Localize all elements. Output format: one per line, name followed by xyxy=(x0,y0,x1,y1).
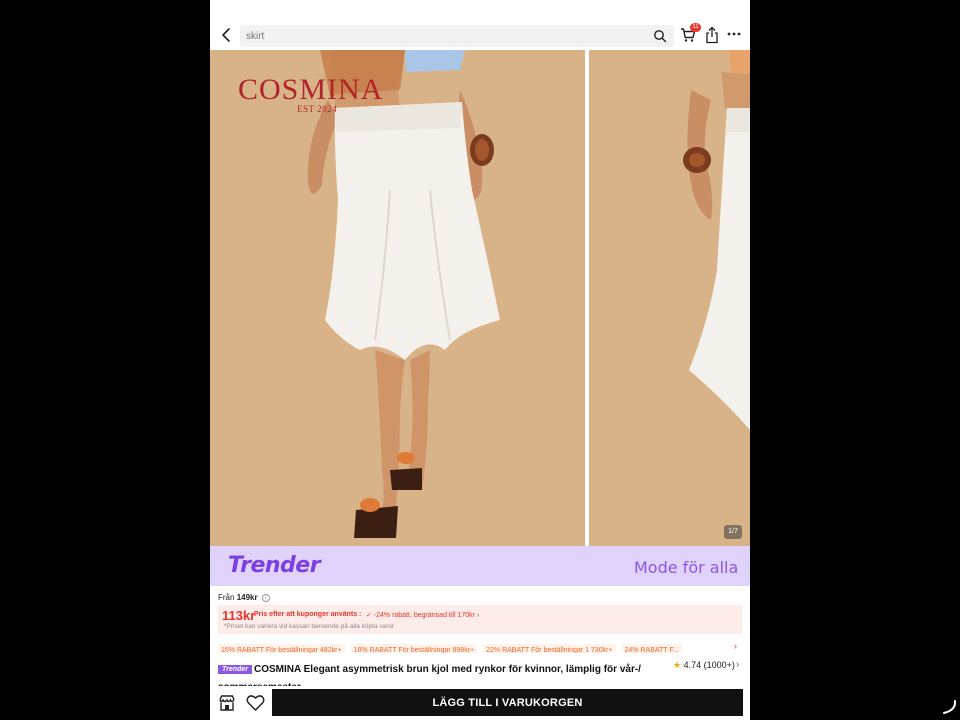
back-arrow-icon[interactable] xyxy=(218,24,236,46)
bottom-action-bar: LÄGG TILL I VARUKORGEN xyxy=(210,686,750,720)
search-bar[interactable] xyxy=(240,25,674,47)
rating[interactable]: ★ 4.74 (1000+) xyxy=(673,660,735,671)
banner-tagline: Mode för alla xyxy=(634,558,739,577)
store-icon[interactable] xyxy=(218,694,236,712)
star-icon: ★ xyxy=(673,660,682,670)
coupon-note: *Priset kan variera vid kassan beroende … xyxy=(224,623,395,630)
product-image-gallery[interactable]: COSMINA EST 2024 1/7 xyxy=(210,50,750,546)
discount-tier[interactable]: 24% RABATT F... xyxy=(621,644,682,653)
heart-icon[interactable] xyxy=(246,694,265,712)
discount-tier[interactable]: 18% RABATT För beställningar 898kr+ xyxy=(350,644,478,653)
price-from: Från 149kr i xyxy=(218,593,270,602)
more-options-icon[interactable] xyxy=(726,29,742,39)
product-photo-front[interactable]: COSMINA EST 2024 xyxy=(210,50,585,546)
info-icon[interactable]: i xyxy=(261,593,270,602)
rating-count: (1000+) xyxy=(703,660,735,670)
product-photo-side[interactable] xyxy=(589,50,750,546)
share-icon[interactable] xyxy=(705,26,719,44)
discount-tier[interactable]: 22% RABATT För beställningar 1 730kr+ xyxy=(483,644,616,653)
brand-est-text: EST 2024 xyxy=(297,104,338,114)
coupon-price-box[interactable]: 113kr Pris efter att kuponger använts : … xyxy=(218,605,742,634)
top-bar: 11 xyxy=(210,18,750,52)
search-icon[interactable] xyxy=(653,29,667,43)
add-to-cart-button[interactable]: LÄGG TILL I VARUKORGEN xyxy=(272,689,743,716)
trender-banner[interactable]: Trender Mode för alla xyxy=(210,546,750,586)
loading-spinner-icon xyxy=(943,700,957,714)
trender-logo: Trender xyxy=(228,553,321,578)
price-from-value: 149kr xyxy=(236,593,258,602)
coupon-price: 113kr xyxy=(222,608,256,623)
app-screen: 11 xyxy=(210,0,750,720)
search-input[interactable] xyxy=(246,28,626,44)
chevron-right-icon[interactable]: › xyxy=(736,659,739,670)
discount-tiers[interactable]: 16% RABATT För beställningar 482kr+ 18% R… xyxy=(218,639,742,653)
coupon-price-label: Pris efter att kuponger använts : xyxy=(254,611,362,618)
cart-count-badge: 11 xyxy=(690,23,701,32)
discount-tier[interactable]: 16% RABATT För beställningar 482kr+ xyxy=(218,644,345,653)
price-from-label: Från xyxy=(218,593,235,602)
rating-value: 4.74 xyxy=(683,660,702,670)
trender-badge: Trender xyxy=(218,664,252,674)
image-counter: 1/7 xyxy=(724,525,742,539)
discount-chevron-icon[interactable]: › xyxy=(734,641,737,651)
coupon-discount-text[interactable]: ✓ -24% rabatt, begränsad till 170kr › xyxy=(366,611,479,619)
brand-logo: COSMINA xyxy=(238,73,384,106)
